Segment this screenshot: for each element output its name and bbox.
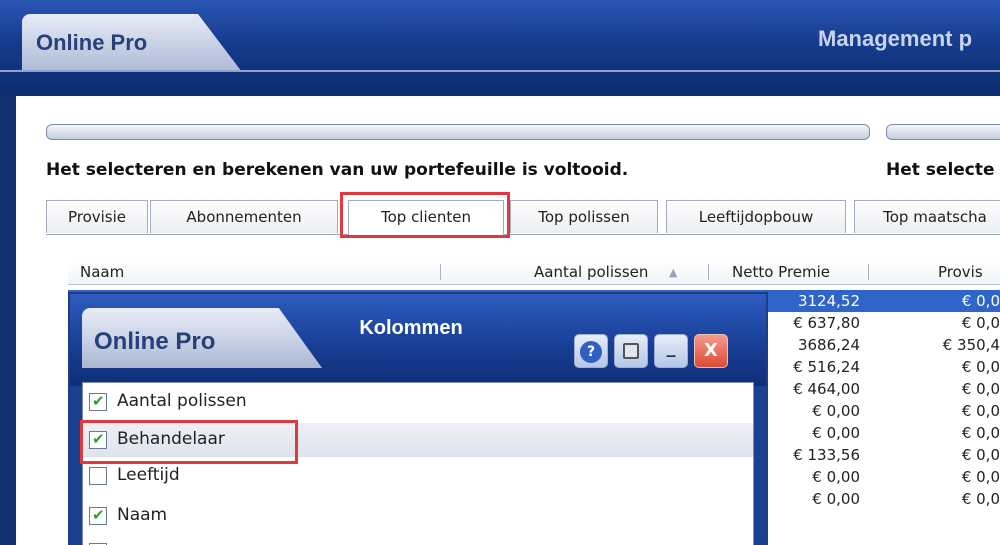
cell-netto-premie: € 516,24 [793,358,860,376]
dialog-app-title: Online Pro [94,328,216,355]
close-button[interactable]: X [694,334,728,368]
list-item[interactable] [83,539,753,545]
title-divider [0,70,1000,72]
column-separator[interactable] [708,264,709,280]
title-bar: Online Pro Management p [0,0,1000,96]
list-item[interactable]: Naam [83,499,753,533]
screenshot-button[interactable] [614,334,648,368]
cell-provisie: € 0,0 [961,358,1000,376]
cell-provisie: € 0,0 [961,380,1000,398]
list-item[interactable]: Aantal polissen [83,385,753,419]
cell-netto-premie: € 133,56 [793,446,860,464]
cell-provisie: € 0,0 [961,490,1000,508]
checkbox-leeftijd[interactable] [89,467,107,485]
app-title: Online Pro [36,30,148,55]
column-header-provisie[interactable]: Provis [938,263,983,281]
sort-arrow-icon: ▲ [669,266,678,279]
column-header-naam[interactable]: Naam [80,263,124,281]
tab-leeftijdopbouw[interactable]: Leeftijdopbouw [666,200,846,233]
minimize-icon: _ [666,337,676,358]
list-item-label: Leeftijd [117,465,180,485]
column-separator[interactable] [868,264,869,280]
column-header-netto-premie[interactable]: Netto Premie [732,263,830,281]
cell-netto-premie: 3124,52 [797,292,860,310]
tab-abonnementen[interactable]: Abonnementen [150,200,338,233]
progress-bar-right [886,124,1000,140]
cell-netto-premie: € 0,00 [812,468,860,486]
list-item[interactable]: Leeftijd [83,459,753,493]
cell-provisie: € 0,0 [961,314,1000,332]
checkbox-naam[interactable] [89,506,107,525]
dialog-caption: Kolommen [359,317,463,339]
close-icon: X [704,340,718,361]
highlight-behandelaar [80,420,298,464]
list-item-label: Naam [117,505,168,525]
dialog-title-bar[interactable]: Online Pro Kolommen ? _ X [70,294,766,386]
highlight-tab-top-clienten [340,192,510,238]
help-icon: ? [580,341,602,363]
screenshot-icon [623,343,639,359]
app-window: Online Pro Management p Het selecteren e… [0,0,1000,545]
checkbox-aantal-polissen[interactable] [89,392,107,411]
column-header-aantal-polissen[interactable]: Aantal polissen [534,263,648,281]
tab-top-polissen[interactable]: Top polissen [510,200,658,233]
cell-provisie: € 0,0 [961,424,1000,442]
cell-netto-premie: € 0,00 [812,490,860,508]
progress-bar-left [46,124,870,140]
app-subtitle: Management p [818,26,973,51]
status-text-right: Het selecte [886,160,995,180]
cell-netto-premie: € 0,00 [812,402,860,420]
cell-netto-premie: € 637,80 [793,314,860,332]
cell-provisie: € 0,0 [961,402,1000,420]
cell-netto-premie: € 464,00 [793,380,860,398]
cell-provisie: € 0,0 [961,468,1000,486]
cell-provisie: € 350,4 [942,336,1000,354]
cell-netto-premie: 3686,24 [797,336,860,354]
cell-netto-premie: € 0,00 [812,424,860,442]
tab-top-maatschappijen[interactable]: Top maatscha [854,200,1000,233]
column-separator[interactable] [440,264,441,280]
tab-provisie[interactable]: Provisie [46,200,148,233]
tab-bar: Provisie Abonnementen Top clienten Top p… [46,200,1000,235]
status-text-left: Het selecteren en berekenen van uw porte… [46,160,629,180]
minimize-button[interactable]: _ [654,334,688,368]
cell-provisie: € 0,0 [961,292,1000,310]
list-item-label: Aantal polissen [117,391,247,411]
help-button[interactable]: ? [574,334,608,368]
grid-header: Naam Aantal polissen ▲ Netto Premie Prov… [68,260,1000,285]
cell-provisie: € 0,0 [961,446,1000,464]
kolommen-dialog: Online Pro Kolommen ? _ X Aantal polisse… [68,292,768,545]
